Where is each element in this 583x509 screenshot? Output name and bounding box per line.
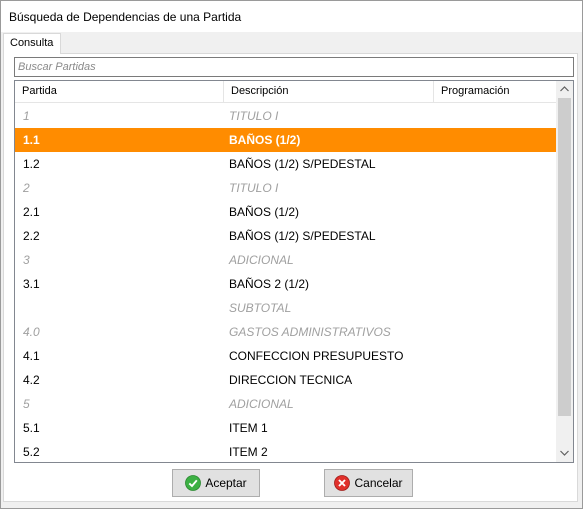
- tab-consulta[interactable]: Consulta: [3, 33, 62, 54]
- table-row[interactable]: 5.2 ITEM 2: [15, 440, 556, 462]
- cell-descripcion: TITULO I: [229, 109, 279, 123]
- cell-partida: 4.2: [23, 373, 40, 387]
- scroll-down-button[interactable]: [556, 445, 573, 462]
- accept-button[interactable]: Aceptar: [172, 469, 260, 497]
- cell-descripcion: BAÑOS (1/2): [229, 205, 300, 219]
- cell-partida: 2.1: [23, 205, 40, 219]
- cell-descripcion: ITEM 1: [229, 421, 268, 435]
- cell-partida: 3: [23, 253, 30, 267]
- cell-descripcion: ADICIONAL: [229, 253, 294, 267]
- table-row[interactable]: 3.1 BAÑOS 2 (1/2): [15, 272, 556, 296]
- accept-button-label: Aceptar: [205, 476, 247, 490]
- scroll-up-button[interactable]: [556, 81, 573, 98]
- scroll-thumb[interactable]: [558, 98, 571, 416]
- cell-partida: 1.2: [23, 157, 40, 171]
- cell-partida: 1: [23, 109, 30, 123]
- table-row[interactable]: 4.1 CONFECCION PRESUPUESTO: [15, 344, 556, 368]
- window-title: Búsqueda de Dependencias de una Partida: [9, 10, 242, 24]
- cell-descripcion: GASTOS ADMINISTRATIVOS: [229, 325, 391, 339]
- table-row[interactable]: 2 TITULO I: [15, 176, 556, 200]
- cell-descripcion: BAÑOS (1/2): [229, 133, 301, 147]
- cell-partida: 5.1: [23, 421, 40, 435]
- cell-partida: 1.1: [23, 133, 40, 147]
- table-row[interactable]: 2.2 BAÑOS (1/2) S/PEDESTAL: [15, 224, 556, 248]
- table-row[interactable]: 4.0 GASTOS ADMINISTRATIVOS: [15, 320, 556, 344]
- grid-rows: 1 TITULO I 1.1 BAÑOS (1/2) 1.2 BAÑOS (1/2) …: [15, 104, 556, 462]
- vertical-scrollbar[interactable]: [556, 81, 573, 462]
- cell-partida: 4.0: [23, 325, 40, 339]
- cell-descripcion: SUBTOTAL: [229, 301, 292, 315]
- cell-descripcion: BAÑOS 2 (1/2): [229, 277, 310, 291]
- chevron-up-icon: [560, 86, 569, 92]
- cell-descripcion: ADICIONAL: [229, 397, 294, 411]
- table-row[interactable]: 1.2 BAÑOS (1/2) S/PEDESTAL: [15, 152, 556, 176]
- dialog-window: Búsqueda de Dependencias de una Partida …: [0, 0, 583, 509]
- column-header-partida[interactable]: Partida: [15, 81, 224, 103]
- table-row[interactable]: 1.1 BAÑOS (1/2): [15, 128, 556, 152]
- table-row[interactable]: SUBTOTAL: [15, 296, 556, 320]
- table-row[interactable]: 5 ADICIONAL: [15, 392, 556, 416]
- table-row[interactable]: 3 ADICIONAL: [15, 248, 556, 272]
- table-row[interactable]: 2.1 BAÑOS (1/2): [15, 200, 556, 224]
- red-x-icon: [334, 475, 351, 491]
- cell-descripcion: BAÑOS (1/2) S/PEDESTAL: [229, 229, 376, 243]
- table-row[interactable]: 1 TITULO I: [15, 104, 556, 128]
- cell-partida: 4.1: [23, 349, 40, 363]
- column-header-programacion[interactable]: Programación: [434, 81, 556, 103]
- cell-descripcion: DIRECCION TECNICA: [229, 373, 353, 387]
- dialog-body: Consulta Partida Descripción Programació…: [1, 32, 582, 508]
- green-check-icon: [185, 475, 202, 491]
- cancel-button[interactable]: Cancelar: [324, 469, 413, 497]
- tab-page-consulta: Partida Descripción Programación 1 TITULO…: [3, 53, 578, 502]
- grid-header: Partida Descripción Programación: [15, 81, 556, 103]
- cell-descripcion: BAÑOS (1/2) S/PEDESTAL: [229, 157, 376, 171]
- search-input[interactable]: [14, 57, 574, 77]
- column-header-descripcion[interactable]: Descripción: [224, 81, 434, 103]
- cell-descripcion: CONFECCION PRESUPUESTO: [229, 349, 404, 363]
- table-row[interactable]: 5.1 ITEM 1: [15, 416, 556, 440]
- cell-partida: 2: [23, 181, 30, 195]
- cell-descripcion: TITULO I: [229, 181, 279, 195]
- cell-partida: 5.2: [23, 445, 40, 459]
- partidas-grid: Partida Descripción Programación 1 TITULO…: [14, 80, 574, 463]
- title-bar[interactable]: Búsqueda de Dependencias de una Partida: [1, 1, 582, 32]
- chevron-down-icon: [560, 450, 569, 456]
- cell-descripcion: ITEM 2: [229, 445, 268, 459]
- cell-partida: 3.1: [23, 277, 40, 291]
- cell-partida: 2.2: [23, 229, 40, 243]
- cell-partida: 5: [23, 397, 30, 411]
- table-row[interactable]: 4.2 DIRECCION TECNICA: [15, 368, 556, 392]
- cancel-button-label: Cancelar: [354, 476, 403, 490]
